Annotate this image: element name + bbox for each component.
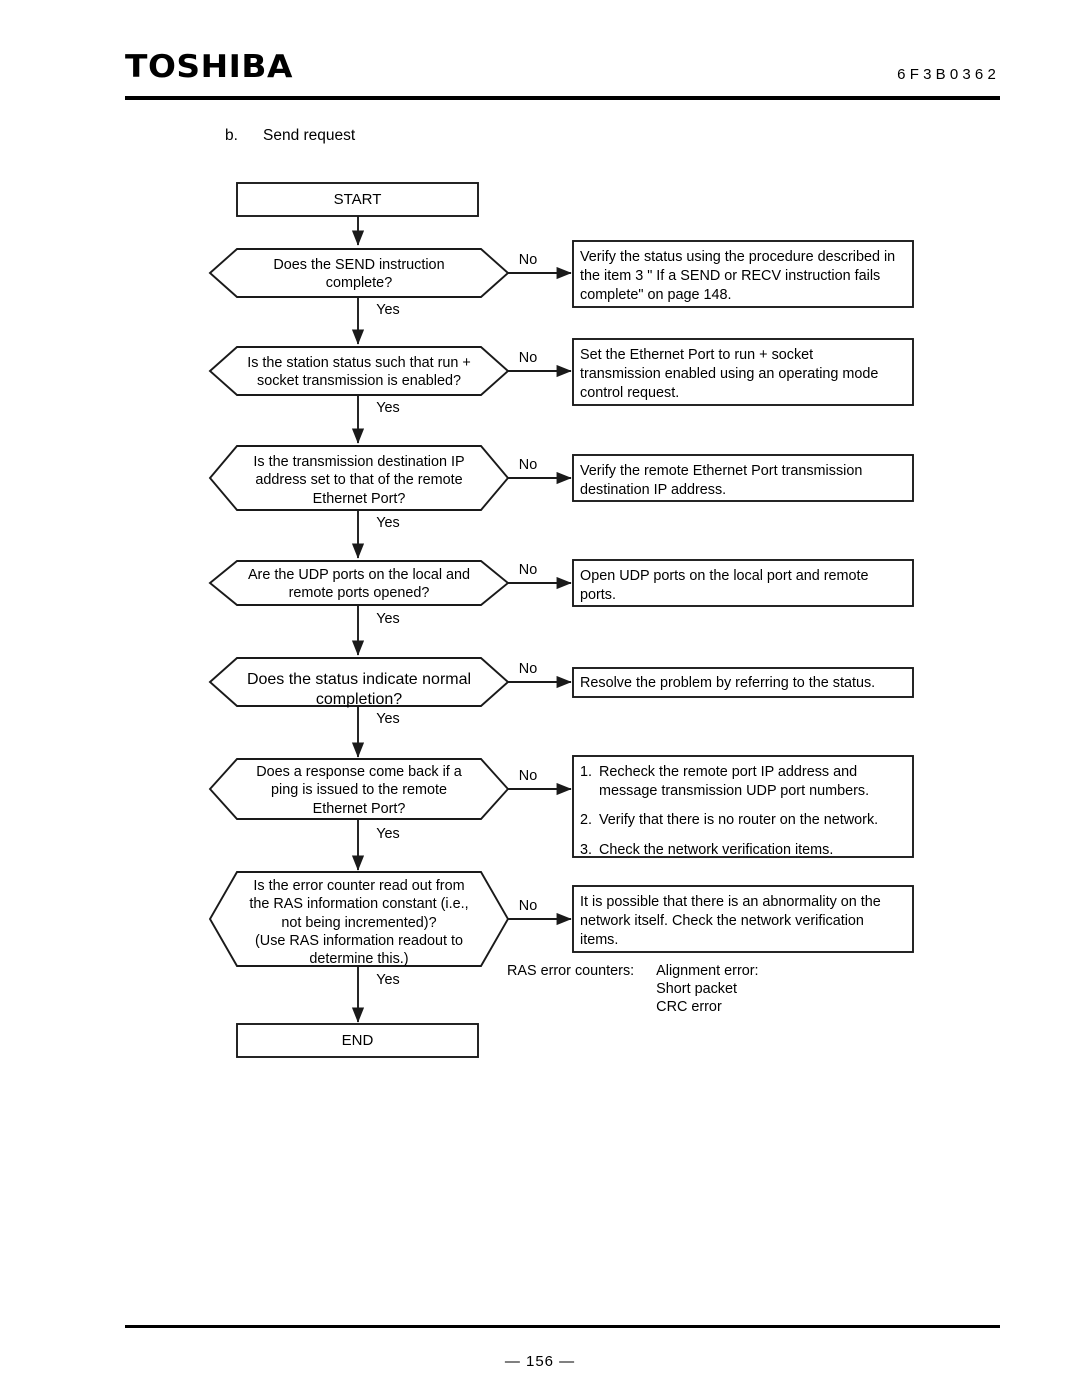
edge-label-no-6: No xyxy=(518,768,538,784)
edge-label-no-5: No xyxy=(518,661,538,677)
page-number: — 156 — xyxy=(504,1353,576,1370)
edge-label-no-2: No xyxy=(518,350,538,366)
ras-note-label: RAS error counters: xyxy=(507,963,635,979)
edge-label-no-4: No xyxy=(518,562,538,578)
action-list-item: 3. Check the network verification items. xyxy=(580,841,910,860)
start-label: START xyxy=(333,191,382,208)
edge-label-yes-2: Yes xyxy=(376,400,400,416)
edge-label-no-3: No xyxy=(518,457,538,473)
action-list-item: 2. Verify that there is no router on the… xyxy=(580,811,910,830)
decision-text-7: Is the error counter read out from the R… xyxy=(249,878,469,968)
edge-label-yes-3: Yes xyxy=(376,515,400,531)
list-number: 1. xyxy=(580,764,593,780)
footer-divider xyxy=(125,1325,1000,1328)
list-text: Check the network verification items. xyxy=(599,842,834,859)
decision-text-5: Does the status indicate normal completi… xyxy=(246,671,472,709)
action-text-3: Verify the remote Ethernet Port transmis… xyxy=(580,463,863,499)
end-label: END xyxy=(341,1032,374,1049)
action-text-5: Resolve the problem by referring to the … xyxy=(580,675,876,691)
edge-label-yes-5: Yes xyxy=(376,711,400,727)
edge-label-yes-6: Yes xyxy=(376,826,400,842)
action-text-4: Open UDP ports on the local port and rem… xyxy=(580,568,869,604)
list-text: Verify that there is no router on the ne… xyxy=(599,812,879,829)
action-text-7: It is possible that there is an abnormal… xyxy=(580,894,881,949)
decision-text-4: Are the UDP ports on the local and remot… xyxy=(247,567,471,602)
edge-label-no-7: No xyxy=(518,898,538,914)
decision-text-6: Does a response come back if a ping is i… xyxy=(256,764,462,817)
ras-note-values: Alignment error: Short packet CRC error xyxy=(656,963,759,1016)
flowchart-graphics xyxy=(208,182,914,1058)
edge-label-yes-4: Yes xyxy=(376,611,400,627)
edge-label-yes-1: Yes xyxy=(376,302,400,318)
edge-label-no-1: No xyxy=(518,252,538,268)
list-number: 2. xyxy=(580,812,593,829)
action-text-2: Set the Ethernet Port to run + socket tr… xyxy=(580,347,879,402)
action-list-6: 1. Recheck the remote port IP address an… xyxy=(580,763,910,860)
list-text: Recheck the remote port IP address and m… xyxy=(599,764,870,799)
ras-error-counters-note: RAS error counters: Alignment error: Sho… xyxy=(507,962,759,1016)
list-number: 3. xyxy=(580,842,593,859)
action-list-item: 1. Recheck the remote port IP address an… xyxy=(580,763,910,800)
decision-text-2: Is the station status such that run + so… xyxy=(247,355,471,390)
flowchart: START END Does the SEND instruction comp… xyxy=(0,0,1080,1397)
edge-label-yes-7: Yes xyxy=(376,972,400,988)
action-text-1: Verify the status using the procedure de… xyxy=(580,249,896,304)
decision-text-3: Is the transmission destination IP addre… xyxy=(253,454,465,507)
decision-text-1: Does the SEND instruction complete? xyxy=(273,257,445,292)
